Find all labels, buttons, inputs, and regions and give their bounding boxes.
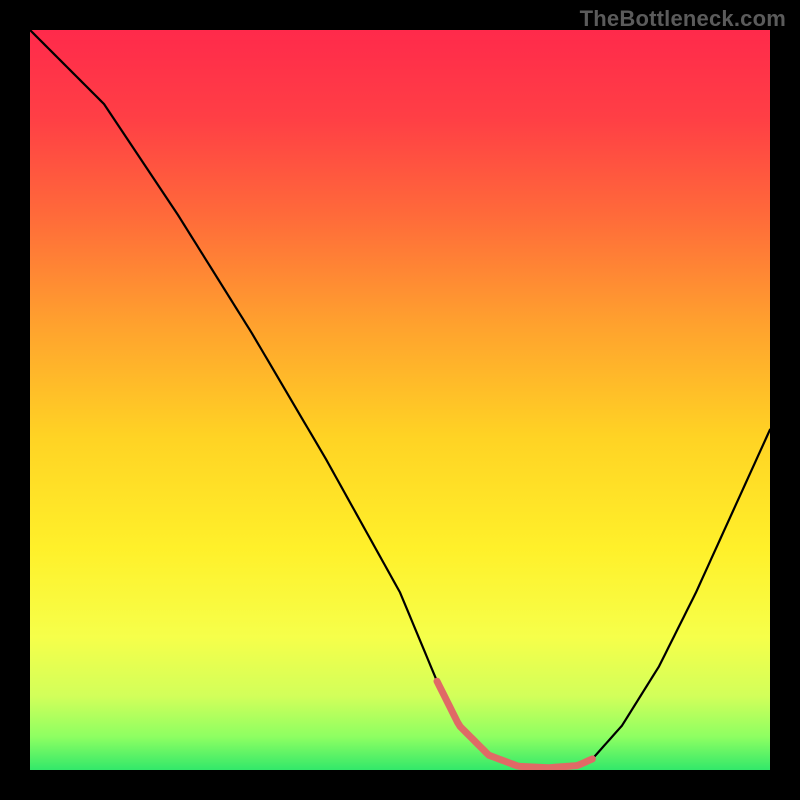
watermark-label: TheBottleneck.com bbox=[580, 6, 786, 32]
gradient-background bbox=[30, 30, 770, 770]
chart-frame: TheBottleneck.com bbox=[0, 0, 800, 800]
bottleneck-plot bbox=[30, 30, 770, 770]
